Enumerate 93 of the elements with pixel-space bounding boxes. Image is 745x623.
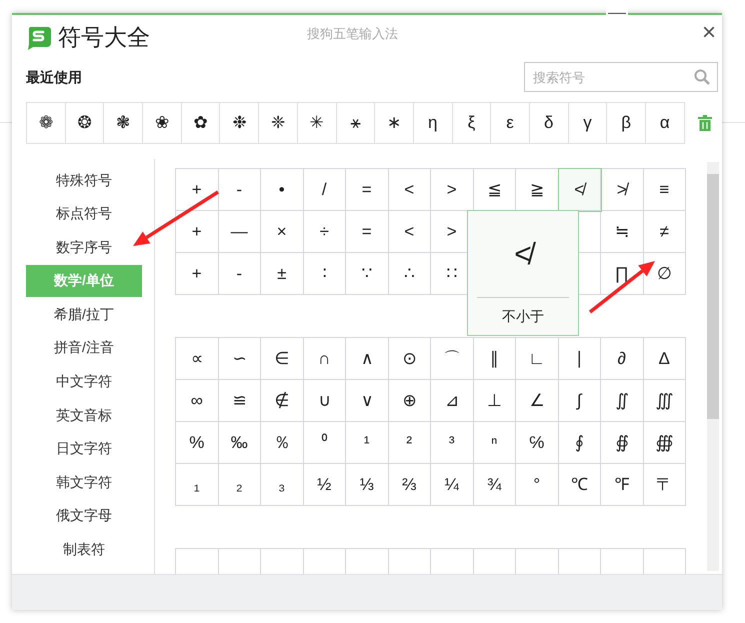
symbol-cell[interactable]: ×	[261, 211, 304, 253]
symbol-cell[interactable]: ∉	[261, 380, 304, 422]
category-item[interactable]: 拼音/注音	[26, 332, 142, 364]
category-item[interactable]: 日文字符	[26, 432, 142, 465]
symbol-cell[interactable]: ≡	[644, 169, 686, 211]
search-field[interactable]: 搜索符号	[524, 62, 718, 92]
symbol-cell[interactable]: ∬	[601, 380, 644, 422]
symbol-cell[interactable]: ∥	[474, 338, 516, 380]
symbol-cell[interactable]: ₁	[176, 464, 218, 506]
symbol-cell[interactable]: ≯	[601, 169, 644, 211]
category-item[interactable]: 俄文字母	[26, 500, 142, 532]
symbol-cell[interactable]: +	[176, 169, 218, 211]
category-item[interactable]: 数字序号	[26, 231, 142, 264]
symbol-cell[interactable]: ∯	[601, 422, 644, 464]
symbol-cell[interactable]: ‰	[218, 422, 261, 464]
symbol-cell[interactable]: ∞	[176, 380, 218, 422]
symbol-cell[interactable]: ∴	[388, 253, 431, 295]
symbol-cell[interactable]: ¹	[346, 422, 388, 464]
category-item[interactable]: 特殊符号	[26, 164, 142, 196]
category-item[interactable]: 希腊/拉丁	[26, 298, 142, 330]
recent-label: 最近使用	[26, 68, 82, 86]
symbol-cell[interactable]: ½	[304, 464, 346, 506]
symbol-cell[interactable]: +	[176, 211, 218, 253]
symbol-cell[interactable]: /	[304, 169, 346, 211]
search-icon	[694, 69, 710, 85]
symbol-cell[interactable]: ⅓	[346, 464, 388, 506]
symbol-cell[interactable]: ⁿ	[474, 422, 516, 464]
arrow-annotation	[588, 261, 655, 314]
symbol-cell[interactable]: ⊥	[474, 380, 516, 422]
symbol-cell[interactable]: ⊕	[388, 380, 431, 422]
category-item[interactable]: 韩文字符	[26, 466, 142, 498]
symbol-cell[interactable]: ∮	[558, 422, 601, 464]
symbol-cell[interactable]: •	[261, 169, 304, 211]
window-title: 符号大全	[58, 22, 150, 52]
symbol-cell[interactable]: °	[516, 464, 558, 506]
symbol-cell[interactable]: ∧	[346, 338, 388, 380]
symbol-cell[interactable]: =	[346, 211, 388, 253]
symbol-cell[interactable]: ∫	[558, 380, 601, 422]
symbol-cell[interactable]: ∟	[516, 338, 558, 380]
symbol-cell[interactable]: ∣	[558, 338, 601, 380]
symbol-cell[interactable]: ³	[431, 422, 474, 464]
symbol-cell[interactable]: ∆	[644, 338, 686, 380]
symbol-cell[interactable]: ℃	[558, 464, 601, 506]
symbol-cell[interactable]: =	[346, 169, 388, 211]
symbol-cell[interactable]: ¾	[474, 464, 516, 506]
symbol-cell[interactable]: ₃	[261, 464, 304, 506]
symbol-cell[interactable]: ∵	[346, 253, 388, 295]
symbol-cell[interactable]: ¼	[431, 464, 474, 506]
symbol-cell[interactable]: ℉	[601, 464, 644, 506]
symbol-cell[interactable]: ∩	[304, 338, 346, 380]
scrollbar[interactable]	[707, 162, 719, 571]
symbol-cell[interactable]: ∽	[218, 338, 261, 380]
symbol-cell[interactable]: ∨	[346, 380, 388, 422]
symbol-cell[interactable]: ∭	[644, 380, 686, 422]
symbol-cell[interactable]: ∪	[304, 380, 346, 422]
trash-icon[interactable]	[698, 115, 712, 131]
symbol-cell[interactable]: ÷	[304, 211, 346, 253]
symbol-cell[interactable]: ⊙	[388, 338, 431, 380]
symbol-cell[interactable]: ₂	[218, 464, 261, 506]
symbol-cell[interactable]: ⊿	[431, 380, 474, 422]
symbol-cell[interactable]: ℅	[516, 422, 558, 464]
symbol-cell[interactable]: ⌒	[431, 338, 474, 380]
category-item[interactable]: 标点符号	[26, 198, 142, 230]
symbol-cell[interactable]: ⁰	[304, 422, 346, 464]
symbol-cell[interactable]: ±	[261, 253, 304, 295]
category-item[interactable]: 英文音标	[26, 399, 142, 432]
logo-icon	[26, 24, 52, 50]
symbol-cell[interactable]: ≌	[218, 380, 261, 422]
symbol-cell[interactable]: <	[388, 169, 431, 211]
window-subtitle: 搜狗五笔输入法	[307, 25, 398, 43]
symbol-cell[interactable]: ²	[388, 422, 431, 464]
symbol-cell[interactable]: -	[218, 253, 261, 295]
symbol-name: 不小于	[502, 307, 544, 326]
symbol-cell[interactable]: ∰	[644, 422, 686, 464]
symbol-cell[interactable]: ∂	[601, 338, 644, 380]
symbol-cell[interactable]: ≠	[644, 211, 686, 253]
symbol-cell[interactable]: ∶	[304, 253, 346, 295]
symbol-cell[interactable]: ∠	[516, 380, 558, 422]
symbol-cell[interactable]: ≒	[601, 211, 644, 253]
symbol-cell[interactable]: -	[218, 169, 261, 211]
category-item[interactable]: 制表符	[26, 534, 142, 566]
symbol-cell[interactable]: ⅔	[388, 464, 431, 506]
symbol-cell[interactable]: ∈	[261, 338, 304, 380]
symbol-cell[interactable]: ％	[261, 422, 304, 464]
symbol-cell[interactable]: 〒	[644, 464, 686, 506]
symbol-cell[interactable]: <	[388, 211, 431, 253]
close-button[interactable]: ×	[702, 21, 716, 45]
symbol-cell[interactable]: %	[176, 422, 218, 464]
symbol-cell[interactable]: ≮	[558, 169, 601, 211]
symbol-cell[interactable]: ∝	[176, 338, 218, 380]
symbol-cell[interactable]: —	[218, 211, 261, 253]
symbol-cell[interactable]: +	[176, 253, 218, 295]
category-item[interactable]: 中文字符	[26, 366, 142, 398]
